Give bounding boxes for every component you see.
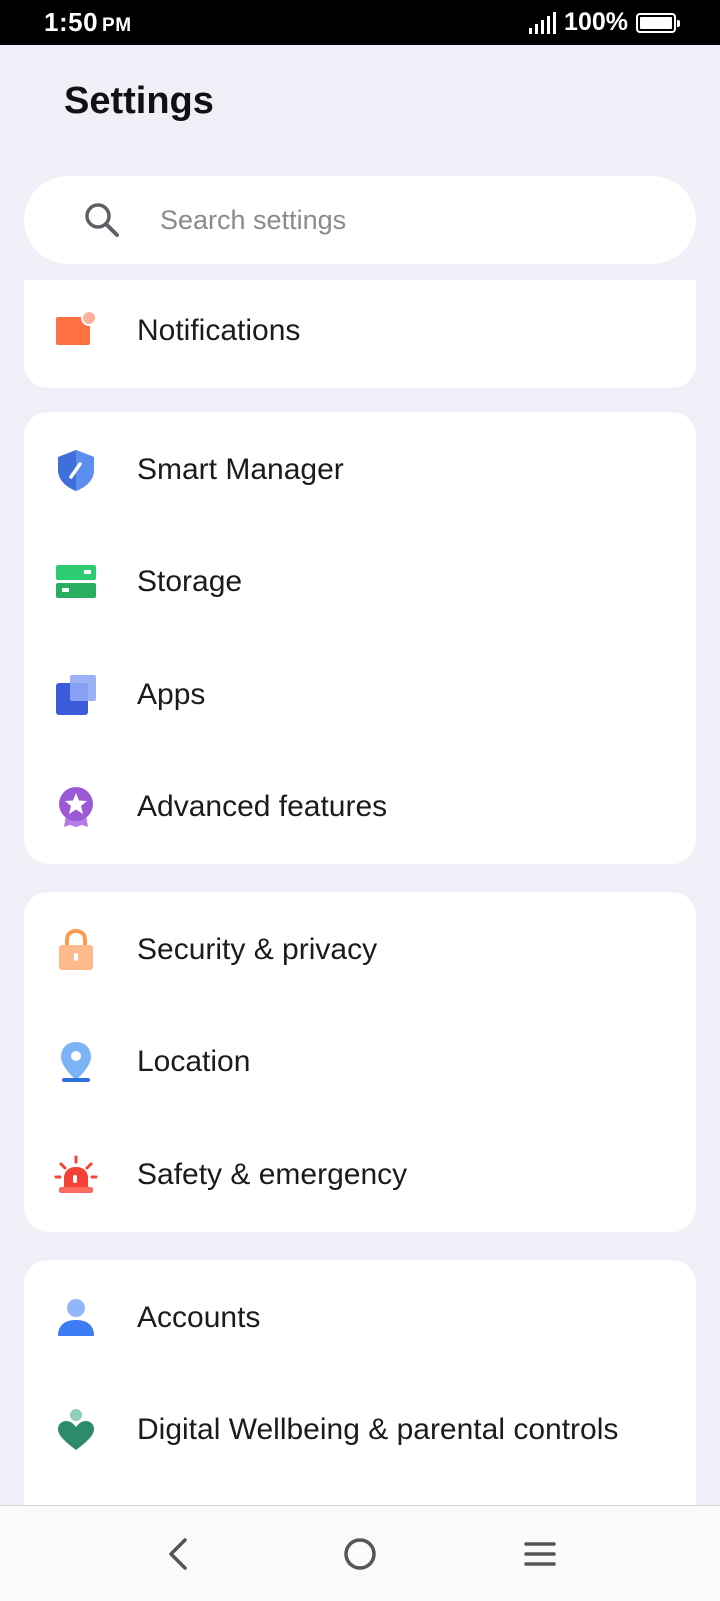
- status-bar: 1:50 PM 100%: [0, 0, 720, 45]
- settings-item-apps[interactable]: Apps: [24, 637, 696, 752]
- settings-item-label: Smart Manager: [137, 452, 344, 486]
- lock-icon: [54, 928, 98, 972]
- settings-group-1: Notifications: [24, 280, 696, 388]
- wellbeing-heart-icon: [54, 1408, 98, 1452]
- settings-item-label: Safety & emergency: [137, 1157, 408, 1191]
- settings-list[interactable]: Notifications Smart Manager Storage Apps…: [0, 280, 720, 1505]
- back-icon[interactable]: [155, 1530, 203, 1578]
- battery-percent: 100%: [564, 8, 628, 36]
- settings-item-digital-wellbeing[interactable]: Digital Wellbeing & parental controls: [24, 1372, 696, 1487]
- battery-fill: [640, 16, 672, 29]
- apps-icon: [54, 673, 98, 717]
- person-icon: [54, 1296, 98, 1340]
- settings-item-label: Location: [137, 1044, 251, 1078]
- status-time: 1:50 PM: [44, 7, 132, 38]
- search-placeholder: Search settings: [160, 205, 347, 235]
- siren-icon: [54, 1153, 98, 1197]
- home-icon[interactable]: [336, 1530, 384, 1578]
- page-title: Settings: [64, 80, 214, 122]
- settings-item-advanced-features[interactable]: Advanced features: [24, 749, 696, 864]
- settings-item-label: Digital Wellbeing & parental controls: [137, 1412, 619, 1446]
- settings-item-location[interactable]: Location: [24, 1004, 696, 1119]
- search-bar[interactable]: Search settings: [24, 176, 696, 264]
- settings-item-storage[interactable]: Storage: [24, 524, 696, 639]
- settings-item-label: Advanced features: [137, 789, 388, 823]
- search-icon: [85, 203, 119, 237]
- status-icons: 100%: [529, 8, 680, 37]
- settings-item-label: Notifications: [137, 313, 301, 347]
- settings-item-safety-emergency[interactable]: Safety & emergency: [24, 1117, 696, 1232]
- storage-icon: [54, 560, 98, 604]
- battery-icon: [636, 12, 680, 33]
- settings-group-4: Accounts Digital Wellbeing & parental co…: [24, 1260, 696, 1505]
- settings-item-label: Apps: [137, 677, 206, 711]
- notifications-icon: [54, 309, 98, 353]
- time-text: 1:50: [44, 7, 99, 37]
- settings-item-smart-manager[interactable]: Smart Manager: [24, 412, 696, 527]
- settings-item-notifications[interactable]: Notifications: [24, 280, 696, 388]
- settings-item-accounts[interactable]: Accounts: [24, 1260, 696, 1375]
- settings-item-label: Security & privacy: [137, 932, 378, 966]
- settings-item-security-privacy[interactable]: Security & privacy: [24, 892, 696, 1007]
- shield-icon: [54, 448, 98, 492]
- menu-icon[interactable]: [516, 1530, 564, 1578]
- settings-item-label: Accounts: [137, 1300, 261, 1334]
- settings-group-2: Smart Manager Storage Apps Advanced feat…: [24, 412, 696, 864]
- navigation-bar: [0, 1505, 720, 1601]
- settings-group-3: Security & privacy Location Safety & eme…: [24, 892, 696, 1232]
- settings-item-label: Storage: [137, 564, 243, 598]
- signal-icon: [529, 11, 557, 34]
- star-badge-icon: [54, 785, 98, 829]
- location-pin-icon: [54, 1040, 98, 1084]
- time-ampm: PM: [102, 15, 132, 36]
